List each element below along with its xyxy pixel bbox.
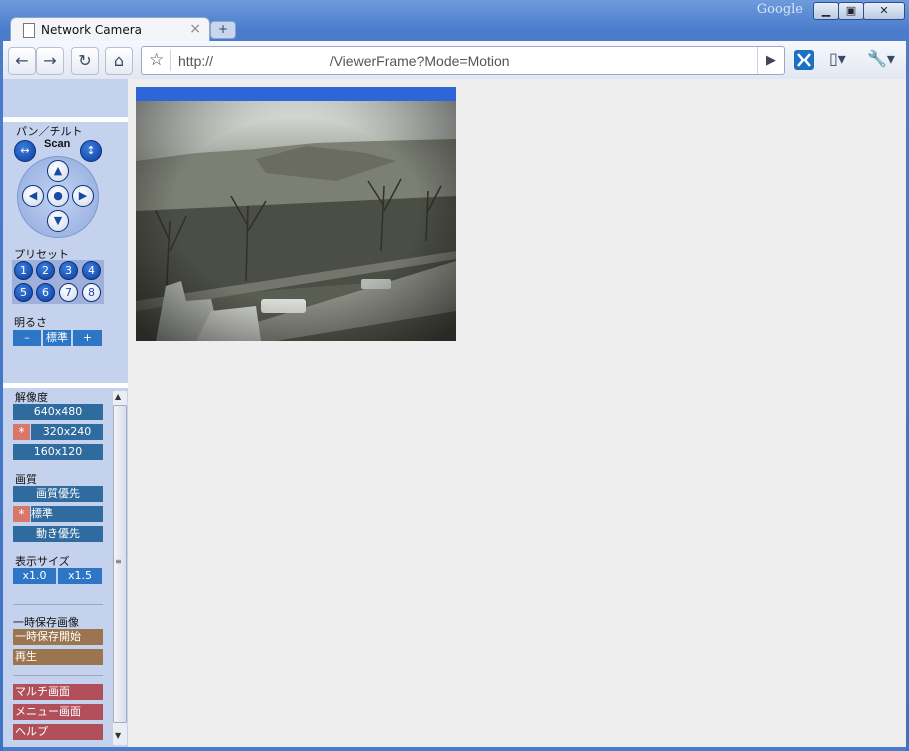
resolution-320-button[interactable]: 320x240 — [31, 424, 103, 440]
scroll-down-arrow-icon[interactable]: ▼ — [115, 731, 121, 740]
selected-marker-icon: * — [13, 424, 30, 440]
browser-toolbar: ← → ↻ ⌂ ☆ ▶ ▯▾ 🔧▾ — [3, 41, 906, 80]
scroll-grip-icon: ≡ — [115, 557, 122, 566]
camera-header-bar — [136, 87, 456, 101]
home-position-button[interactable]: ● — [47, 185, 69, 207]
control-sidebar: パン／チルト ↔ Scan ↕ ▲ ◀ ● ▶ ▼ プリセット 1 2 3 4 … — [3, 79, 128, 747]
preset-button-2[interactable]: 2 — [36, 261, 55, 280]
pan-right-button[interactable]: ▶ — [72, 185, 94, 207]
wrench-menu-icon[interactable]: 🔧▾ — [867, 49, 895, 68]
new-tab-button[interactable]: + — [210, 21, 236, 39]
extension-icon[interactable] — [794, 50, 814, 70]
scan-label: Scan — [44, 138, 71, 150]
tilt-up-button[interactable]: ▲ — [47, 160, 69, 182]
pan-left-button[interactable]: ◀ — [22, 185, 44, 207]
playback-button[interactable]: 再生 — [13, 649, 103, 665]
scan-horizontal-button[interactable]: ↔ — [14, 140, 36, 162]
tab-close-icon[interactable]: × — [189, 21, 201, 37]
display-size-label: 表示サイズ — [15, 555, 70, 568]
preset-button-8[interactable]: 8 — [82, 283, 101, 302]
menu-screen-button[interactable]: メニュー画面 — [13, 704, 103, 720]
resolution-160-button[interactable]: 160x120 — [13, 444, 103, 460]
tab-title: Network Camera — [41, 23, 143, 37]
preset-button-4[interactable]: 4 — [82, 261, 101, 280]
url-input[interactable] — [176, 50, 750, 72]
bookmark-star-icon[interactable]: ☆ — [149, 50, 164, 70]
preset-button-1[interactable]: 1 — [14, 261, 33, 280]
resolution-640-button[interactable]: 640x480 — [13, 404, 103, 420]
quality-motion-priority-button[interactable]: 動き優先 — [13, 526, 103, 542]
close-window-button[interactable]: ✕ — [863, 2, 905, 20]
multi-screen-button[interactable]: マルチ画面 — [13, 684, 103, 700]
quality-label: 画質 — [15, 473, 37, 486]
reload-button[interactable]: ↻ — [71, 47, 99, 75]
minimize-button[interactable]: ▁ — [813, 2, 839, 20]
quality-normal-button[interactable]: 標準 — [31, 506, 103, 522]
omnibox-divider — [170, 50, 171, 71]
back-button[interactable]: ← — [8, 47, 36, 75]
camera-scene — [136, 101, 456, 341]
pan-tilt-label: パン／チルト — [16, 125, 83, 138]
divider — [3, 383, 128, 388]
page-icon — [23, 23, 35, 38]
display-size-1x-button[interactable]: x1.0 — [13, 568, 56, 584]
scroll-up-arrow-icon[interactable]: ▲ — [115, 392, 121, 401]
buffer-label: 一時保存画像 — [13, 616, 79, 629]
selected-marker-icon: * — [13, 506, 30, 522]
forward-button[interactable]: → — [36, 47, 64, 75]
brightness-normal-button[interactable]: 標準 — [43, 330, 71, 346]
preset-button-7[interactable]: 7 — [59, 283, 78, 302]
page-content: パン／チルト ↔ Scan ↕ ▲ ◀ ● ▶ ▼ プリセット 1 2 3 4 … — [3, 79, 906, 747]
resolution-label: 解像度 — [15, 391, 48, 404]
camera-live-image — [136, 101, 456, 341]
help-button[interactable]: ヘルプ — [13, 724, 103, 740]
brightness-minus-button[interactable]: – — [13, 330, 41, 346]
quality-image-priority-button[interactable]: 画質優先 — [13, 486, 103, 502]
divider — [3, 117, 128, 122]
preset-button-5[interactable]: 5 — [14, 283, 33, 302]
omnibox[interactable]: ☆ ▶ — [141, 46, 785, 75]
preset-button-3[interactable]: 3 — [59, 261, 78, 280]
brightness-label: 明るさ — [14, 316, 47, 329]
page-menu-icon[interactable]: ▯▾ — [829, 49, 846, 68]
divider — [13, 675, 103, 676]
restore-button[interactable]: ▣ — [838, 2, 864, 20]
window-bottom-border — [3, 747, 906, 751]
home-button[interactable]: ⌂ — [105, 47, 133, 75]
divider — [13, 604, 103, 605]
tilt-down-button[interactable]: ▼ — [47, 210, 69, 232]
buffer-start-button[interactable]: 一時保存開始 — [13, 629, 103, 645]
display-size-1-5x-button[interactable]: x1.5 — [58, 568, 102, 584]
go-button[interactable]: ▶ — [757, 47, 784, 74]
tab-network-camera[interactable]: Network Camera × — [10, 17, 210, 42]
brightness-plus-button[interactable]: + — [73, 330, 102, 346]
scan-vertical-button[interactable]: ↕ — [80, 140, 102, 162]
preset-button-6[interactable]: 6 — [36, 283, 55, 302]
google-brand-label: Google — [756, 2, 803, 17]
